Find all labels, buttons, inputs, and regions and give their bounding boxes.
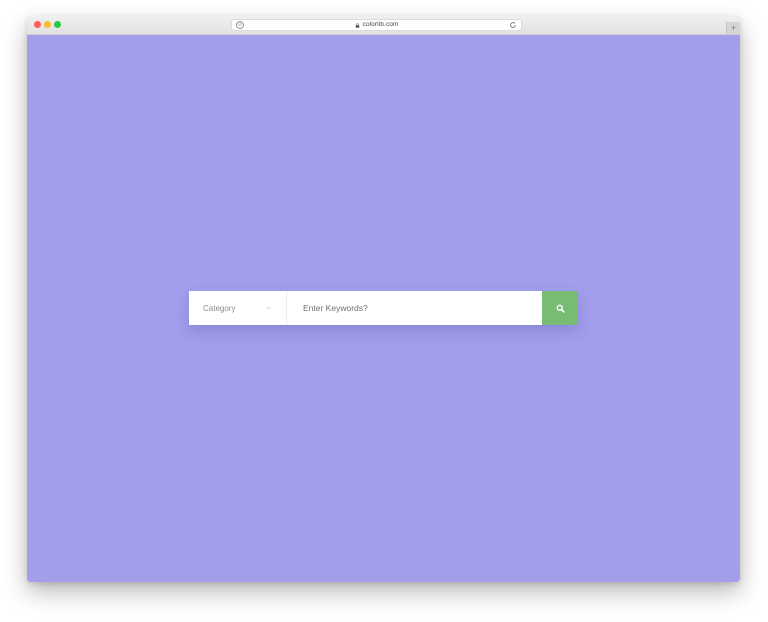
category-label: Category — [203, 303, 236, 313]
search-button[interactable] — [542, 291, 578, 325]
new-tab-button[interactable]: + — [726, 22, 740, 34]
search-bar: Category — [189, 291, 578, 325]
browser-window: ⊘ colorlib.com + Category — [27, 16, 740, 582]
category-select[interactable]: Category — [189, 291, 287, 325]
keywords-input[interactable] — [287, 291, 542, 325]
shield-icon[interactable]: ⊘ — [236, 21, 244, 29]
reload-icon[interactable] — [509, 21, 517, 29]
search-icon — [556, 304, 565, 313]
chevron-down-icon — [266, 306, 271, 310]
address-url: colorlib.com — [362, 20, 399, 28]
maximize-window-button[interactable] — [54, 21, 61, 28]
screenshot-stage: ⊘ colorlib.com + Category — [0, 0, 768, 622]
page-content: Category — [27, 35, 740, 582]
close-window-button[interactable] — [34, 21, 41, 28]
address-bar[interactable]: ⊘ colorlib.com — [231, 19, 522, 31]
minimize-window-button[interactable] — [44, 21, 51, 28]
lock-icon — [355, 22, 359, 28]
browser-titlebar: ⊘ colorlib.com + — [27, 16, 740, 35]
